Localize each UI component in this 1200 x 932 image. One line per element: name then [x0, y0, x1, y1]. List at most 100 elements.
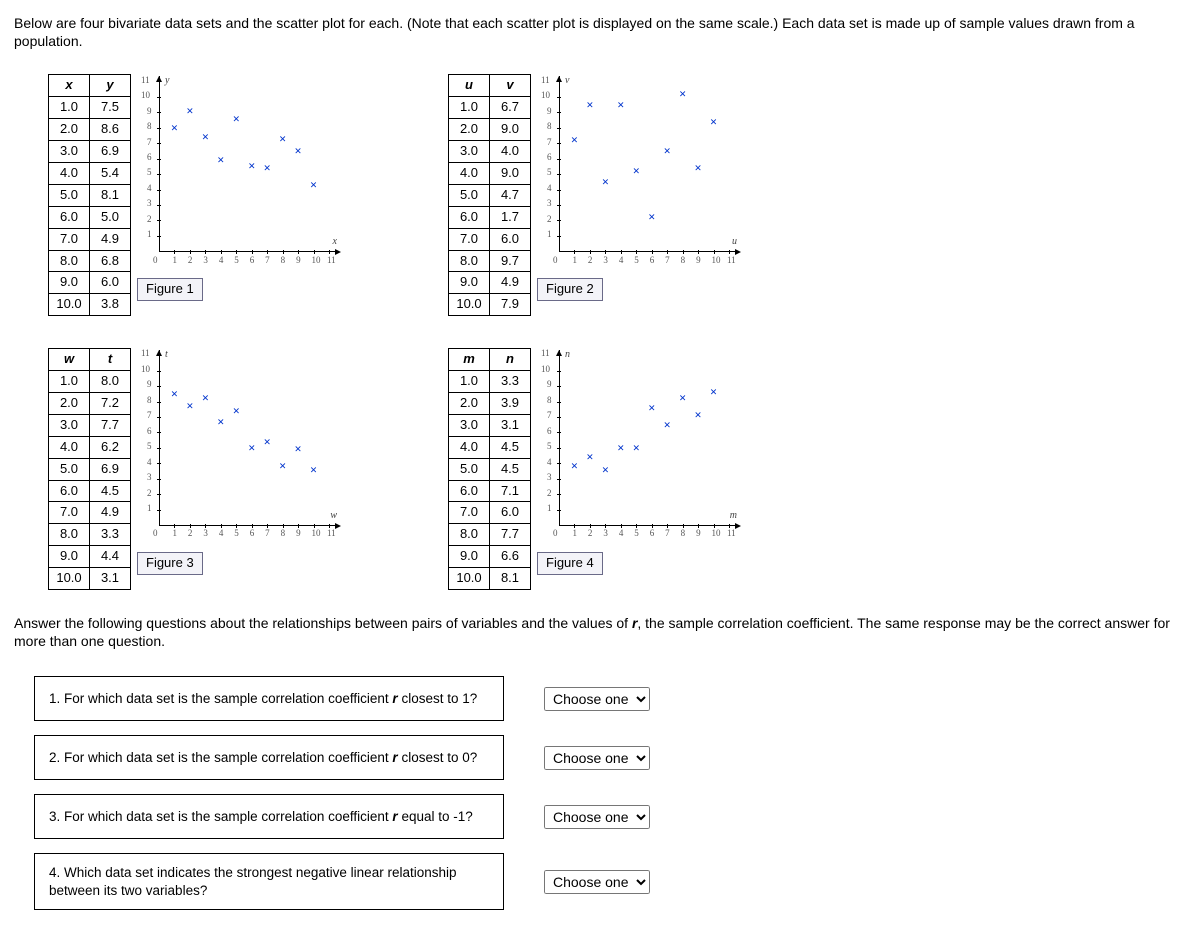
- data-point: ✕: [310, 180, 318, 192]
- table-row: 4.04.5: [449, 436, 531, 458]
- data-point: ✕: [694, 411, 702, 423]
- answer-select-1[interactable]: Choose one: [544, 687, 650, 711]
- data-point: ✕: [617, 443, 625, 455]
- question-text: 2. For which data set is the sample corr…: [35, 736, 504, 780]
- table-row: 9.04.4: [49, 546, 131, 568]
- data-point: ✕: [710, 117, 718, 129]
- table-row: 1.08.0: [49, 371, 131, 393]
- table-row: 3.06.9: [49, 141, 131, 163]
- table-row: 2.03.9: [449, 392, 531, 414]
- table-row: 6.07.1: [449, 480, 531, 502]
- data-table: wt1.08.02.07.23.07.74.06.25.06.96.04.57.…: [48, 348, 131, 590]
- arrow-right-icon: [735, 249, 741, 255]
- data-point: ✕: [648, 403, 656, 415]
- figure-label: Figure 3: [137, 552, 203, 575]
- data-point: ✕: [571, 462, 579, 474]
- table-row: 7.04.9: [49, 502, 131, 524]
- table-row: 2.09.0: [449, 119, 531, 141]
- table-row: 8.09.7: [449, 250, 531, 272]
- data-point: ✕: [171, 123, 179, 135]
- data-point: ✕: [202, 132, 210, 144]
- data-point: ✕: [263, 437, 271, 449]
- figure-label: Figure 4: [537, 552, 603, 575]
- answer-select-3[interactable]: Choose one: [544, 805, 650, 829]
- data-point: ✕: [632, 166, 640, 178]
- data-point: ✕: [171, 389, 179, 401]
- data-point: ✕: [186, 106, 194, 118]
- col-w: w: [49, 349, 90, 371]
- figures-grid: xy1.07.52.08.63.06.94.05.45.08.16.05.07.…: [48, 74, 1186, 590]
- answer-select-2[interactable]: Choose one: [544, 746, 650, 770]
- data-point: ✕: [632, 443, 640, 455]
- data-point: ✕: [617, 100, 625, 112]
- data-point: ✕: [586, 100, 594, 112]
- col-u: u: [449, 75, 490, 97]
- table-row: 7.04.9: [49, 228, 131, 250]
- table-row: 4.09.0: [449, 162, 531, 184]
- figure-panel-fig3: wt1.08.02.07.23.07.74.06.25.06.96.04.57.…: [48, 348, 408, 590]
- question-text: 3. For which data set is the sample corr…: [35, 795, 504, 839]
- arrow-right-icon: [735, 523, 741, 529]
- y-axis-label: t: [165, 348, 168, 361]
- data-point: ✕: [294, 445, 302, 457]
- data-point: ✕: [186, 401, 194, 413]
- data-point: ✕: [279, 462, 287, 474]
- scatter-plot: 112233445566778899101011110xy✕✕✕✕✕✕✕✕✕✕: [137, 74, 337, 274]
- x-axis-label: w: [330, 509, 337, 522]
- table-row: 9.06.0: [49, 272, 131, 294]
- data-point: ✕: [232, 114, 240, 126]
- col-y: y: [90, 75, 131, 97]
- table-row: 2.08.6: [49, 119, 131, 141]
- table-row: 9.06.6: [449, 546, 531, 568]
- table-row: 8.06.8: [49, 250, 131, 272]
- table-row: 8.03.3: [49, 524, 131, 546]
- table-row: 1.06.7: [449, 97, 531, 119]
- table-row: 1.03.3: [449, 371, 531, 393]
- table-row: 6.01.7: [449, 206, 531, 228]
- arrow-right-icon: [335, 523, 341, 529]
- question-text: 4. Which data set indicates the stronges…: [35, 854, 504, 910]
- data-point: ✕: [602, 465, 610, 477]
- data-point: ✕: [602, 177, 610, 189]
- y-axis-label: v: [565, 74, 569, 87]
- data-table: uv1.06.72.09.03.04.04.09.05.04.76.01.77.…: [448, 74, 531, 316]
- data-point: ✕: [648, 213, 656, 225]
- data-point: ✕: [310, 465, 318, 477]
- col-x: x: [49, 75, 90, 97]
- table-row: 10.03.1: [49, 568, 131, 590]
- table-row: 6.05.0: [49, 206, 131, 228]
- figure-label: Figure 2: [537, 278, 603, 301]
- data-point: ✕: [279, 134, 287, 146]
- question-text: 1. For which data set is the sample corr…: [35, 677, 504, 721]
- data-point: ✕: [586, 452, 594, 464]
- table-row: 7.06.0: [449, 502, 531, 524]
- y-axis-label: n: [565, 348, 570, 361]
- x-axis-label: u: [732, 235, 737, 248]
- data-point: ✕: [217, 417, 225, 429]
- col-t: t: [90, 349, 131, 371]
- table-row: 7.06.0: [449, 228, 531, 250]
- table-row: 4.05.4: [49, 162, 131, 184]
- data-point: ✕: [263, 163, 271, 175]
- data-point: ✕: [248, 162, 256, 174]
- data-table: xy1.07.52.08.63.06.94.05.45.08.16.05.07.…: [48, 74, 131, 316]
- figure-label: Figure 1: [137, 278, 203, 301]
- col-m: m: [449, 349, 490, 371]
- data-point: ✕: [202, 394, 210, 406]
- data-point: ✕: [217, 155, 225, 167]
- table-row: 10.03.8: [49, 294, 131, 316]
- questions-table: 1. For which data set is the sample corr…: [34, 676, 779, 910]
- data-point: ✕: [679, 394, 687, 406]
- x-axis-label: x: [333, 235, 337, 248]
- table-row: 10.07.9: [449, 294, 531, 316]
- table-row: 10.08.1: [449, 568, 531, 590]
- table-row: 3.04.0: [449, 141, 531, 163]
- table-row: 6.04.5: [49, 480, 131, 502]
- y-axis-label: y: [165, 74, 169, 87]
- figure-panel-fig1: xy1.07.52.08.63.06.94.05.45.08.16.05.07.…: [48, 74, 408, 316]
- answer-select-4[interactable]: Choose one: [544, 870, 650, 894]
- table-row: 4.06.2: [49, 436, 131, 458]
- table-row: 3.03.1: [449, 414, 531, 436]
- intro-text: Below are four bivariate data sets and t…: [14, 14, 1186, 50]
- data-point: ✕: [248, 443, 256, 455]
